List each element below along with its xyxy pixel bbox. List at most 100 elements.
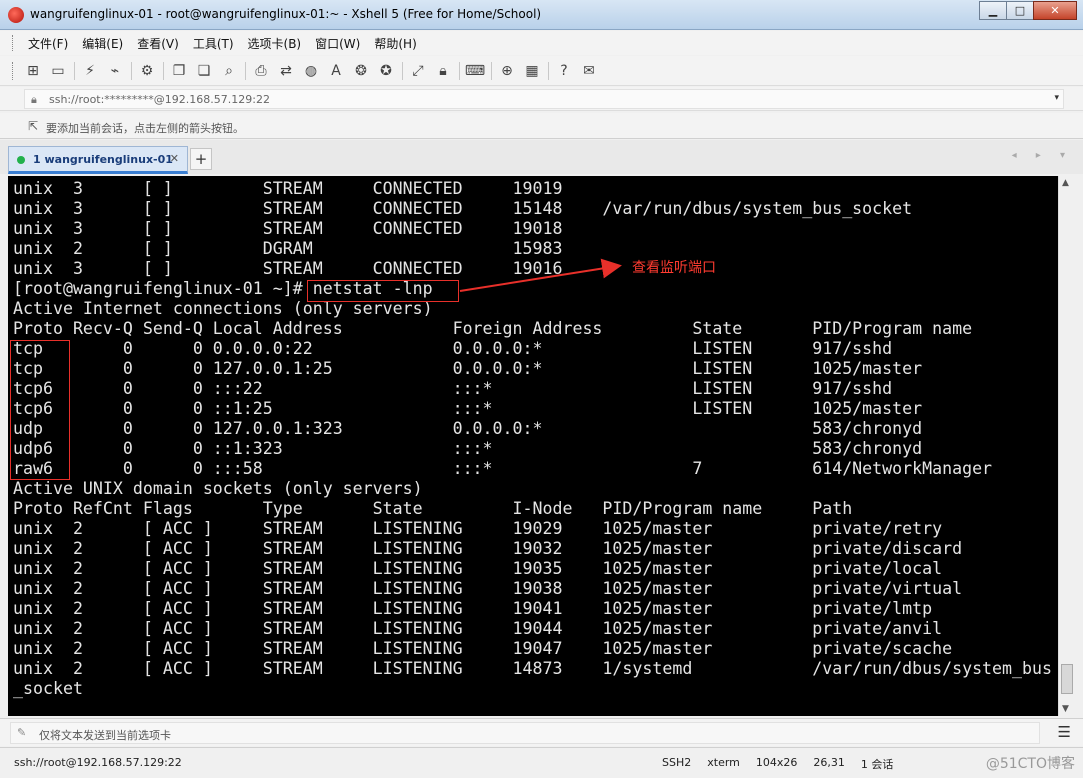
annotation-label: 查看监听端口 xyxy=(632,260,716,276)
terminal-line: tcp 0 0 127.0.0.1:25 0.0.0.0:* LISTEN 10… xyxy=(13,359,923,378)
scroll-down-icon[interactable]: ▼ xyxy=(1062,704,1069,714)
compose-bar: ✎ 仅将文本发送到当前选项卡 ☰ xyxy=(0,718,1083,746)
session-hint-text: 要添加当前会话，点击左侧的箭头按钮。 xyxy=(46,122,244,135)
terminal-line: unix 2 [ ACC ] STREAM LISTENING 19029 10… xyxy=(13,519,943,538)
properties-icon[interactable]: ⚙ xyxy=(138,62,156,80)
toolbar-separator xyxy=(74,62,75,80)
toolbar-separator xyxy=(491,62,492,80)
address-bar: 🔒︎ ssh://root:*********@192.168.57.129:2… xyxy=(0,87,1083,111)
toolbar-grip xyxy=(12,62,15,80)
address-value: ssh://root:*********@192.168.57.129:22 xyxy=(49,93,270,106)
terminal-line: _socket xyxy=(13,679,83,698)
toolbar: ⊞ ▭ ⚡ ⌁ ⚙ ❐ ❏ ⌕ ⎙ ⇄ ◍ A ❂ ✪ ⤢ 🔒︎ ⌨ ⊕ ▦? ✉ xyxy=(0,56,1083,86)
terminal-line: unix 3 [ ] STREAM CONNECTED 15148 /var/r… xyxy=(13,199,913,218)
terminal-line: unix 2 [ ACC ] STREAM LISTENING 19038 10… xyxy=(13,579,963,598)
open-folder-icon[interactable]: ▭ xyxy=(49,62,67,80)
menu-item-6[interactable]: 帮助(H) xyxy=(374,35,416,52)
lock-icon: 🔒︎ xyxy=(31,93,37,106)
menubar-grip xyxy=(12,35,15,51)
terminal-line: udp6 0 0 ::1:323 :::* 583/chronyd xyxy=(13,439,923,458)
toolbar-separator xyxy=(548,62,549,80)
copy-icon[interactable]: ❐ xyxy=(170,62,188,80)
scroll-thumb[interactable] xyxy=(1061,664,1073,694)
close-button[interactable]: ✕ xyxy=(1033,1,1077,20)
globe-icon[interactable]: ◍ xyxy=(302,62,320,80)
minimize-button[interactable]: ▁ xyxy=(979,1,1007,20)
help-icon[interactable]: ? xyxy=(555,62,573,80)
compose-icon: ✎ xyxy=(17,726,27,739)
menu-item-2[interactable]: 查看(V) xyxy=(137,35,179,52)
menu-item-5[interactable]: 窗口(W) xyxy=(315,35,360,52)
terminal-line: unix 3 [ ] STREAM CONNECTED 19016 xyxy=(13,259,563,278)
terminal-line: unix 2 [ ACC ] STREAM LISTENING 19041 10… xyxy=(13,599,933,618)
add-session-arrow-icon[interactable]: ⇱ xyxy=(28,119,38,133)
terminal-line: unix 2 [ ACC ] STREAM LISTENING 19035 10… xyxy=(13,559,943,578)
menu-items: 文件(F) 编辑(E) 查看(V) 工具(T) 选项卡(B) 窗口(W) 帮助(H) xyxy=(28,35,431,52)
toolbar-separator xyxy=(131,62,132,80)
toolbar-separator xyxy=(402,62,403,80)
toolbar-separator xyxy=(245,62,246,80)
menu-item-1[interactable]: 编辑(E) xyxy=(82,35,123,52)
xshell-logo-icon xyxy=(8,7,24,23)
new-tab-button[interactable]: + xyxy=(190,148,212,170)
fullscreen-icon[interactable]: ⤢ xyxy=(409,62,427,80)
paste-icon[interactable]: ❏ xyxy=(195,62,213,80)
menu-bar: 文件(F) 编辑(E) 查看(V) 工具(T) 选项卡(B) 窗口(W) 帮助(H) xyxy=(0,31,1083,55)
menu-item-0[interactable]: 文件(F) xyxy=(28,35,68,52)
connect-icon[interactable]: ⚡ xyxy=(81,62,99,80)
status-bar: ssh://root@192.168.57.129:22 SSH2 xterm 10… xyxy=(0,747,1083,778)
disconnect-icon[interactable]: ⌁ xyxy=(106,62,124,80)
maximize-button[interactable]: □ xyxy=(1006,1,1034,20)
transfer-icon[interactable]: ⇄ xyxy=(277,62,295,80)
terminal-line: raw6 0 0 :::58 :::* 7 614/NetworkManager xyxy=(13,459,993,478)
tab-session-1[interactable]: 1 wangruifenglinux-01 ✕ xyxy=(8,146,188,174)
terminal-line: unix 3 [ ] STREAM CONNECTED 19019 xyxy=(13,179,563,198)
status-item-1: xterm xyxy=(707,756,740,769)
terminal-line: unix 2 [ ACC ] STREAM LISTENING 14873 1/… xyxy=(13,659,1052,678)
keyboard-icon[interactable]: ⌨ xyxy=(465,62,485,80)
menu-item-4[interactable]: 选项卡(B) xyxy=(248,35,302,52)
new-session-icon[interactable]: ⊞ xyxy=(24,62,42,80)
layout-icon[interactable]: ▦ xyxy=(523,62,541,80)
watermark: @51CTO博客 xyxy=(985,756,1075,772)
session-hint-bar: ⇱ 要添加当前会话，点击左侧的箭头按钮。 xyxy=(0,113,1083,139)
address-dropdown-icon[interactable]: ▾ xyxy=(1054,93,1059,103)
xmanager-icon[interactable]: ✪ xyxy=(377,62,395,80)
terminal-line: Proto Recv-Q Send-Q Local Address Foreig… xyxy=(13,319,973,338)
status-item-0: SSH2 xyxy=(662,756,692,769)
tab-bar: 1 wangruifenglinux-01 ✕ + ◂ ▸ ▾ xyxy=(0,140,1083,174)
connected-status-icon xyxy=(17,156,25,164)
font-icon[interactable]: A xyxy=(327,62,345,80)
menu-item-3[interactable]: 工具(T) xyxy=(193,35,234,52)
toolbar-icons: ⊞ ▭ ⚡ ⌁ ⚙ ❐ ❏ ⌕ ⎙ ⇄ ◍ A ❂ ✪ ⤢ 🔒︎ ⌨ ⊕ ▦? ✉ xyxy=(24,62,605,80)
terminal-scrollbar[interactable]: ▲ ▼ xyxy=(1058,176,1075,716)
tab-close-icon[interactable]: ✕ xyxy=(170,152,179,165)
add-icon[interactable]: ⊕ xyxy=(498,62,516,80)
window-title: wangruifenglinux-01 - root@wangruifengli… xyxy=(30,7,542,21)
terminal-line: unix 3 [ ] STREAM CONNECTED 19018 xyxy=(13,219,563,238)
toolbar-separator xyxy=(163,62,164,80)
find-icon[interactable]: ⌕ xyxy=(220,62,238,80)
terminal-screen[interactable]: unix 3 [ ] STREAM CONNECTED 19019 unix 3 … xyxy=(8,176,1058,716)
title-bar[interactable]: wangruifenglinux-01 - root@wangruifengli… xyxy=(0,0,1083,30)
terminal-line: tcp6 0 0 :::22 :::* LISTEN 917/sshd xyxy=(13,379,893,398)
terminal-line: Proto RefCnt Flags Type State I-Node PID… xyxy=(13,499,853,518)
status-item-2: 104x26 xyxy=(755,756,798,769)
compose-menu-icon[interactable]: ☰ xyxy=(1058,723,1071,741)
address-field[interactable]: 🔒︎ ssh://root:*********@192.168.57.129:2… xyxy=(24,89,1064,109)
print-icon[interactable]: ⎙ xyxy=(252,62,270,80)
terminal-output: unix 3 [ ] STREAM CONNECTED 19019 unix 3 … xyxy=(13,179,1052,699)
lock-icon[interactable]: 🔒︎ xyxy=(434,62,452,80)
terminal-line: udp 0 0 127.0.0.1:323 0.0.0.0:* 583/chro… xyxy=(13,419,923,438)
proto-highlight-box xyxy=(10,340,70,480)
scroll-up-icon[interactable]: ▲ xyxy=(1062,178,1069,188)
xftp-icon[interactable]: ❂ xyxy=(352,62,370,80)
status-connection: ssh://root@192.168.57.129:22 xyxy=(14,756,182,769)
send-text-input[interactable]: ✎ 仅将文本发送到当前选项卡 xyxy=(10,722,1040,744)
command-highlight-box xyxy=(307,280,459,302)
status-items: SSH2 xterm 104x26 26,31 1 会话 xyxy=(662,756,909,772)
tab-navigation[interactable]: ◂ ▸ ▾ xyxy=(1012,150,1073,161)
chat-icon[interactable]: ✉ xyxy=(580,62,598,80)
terminal-line: tcp6 0 0 ::1:25 :::* LISTEN 1025/master xyxy=(13,399,923,418)
terminal-line: unix 2 [ ACC ] STREAM LISTENING 19044 10… xyxy=(13,619,943,638)
